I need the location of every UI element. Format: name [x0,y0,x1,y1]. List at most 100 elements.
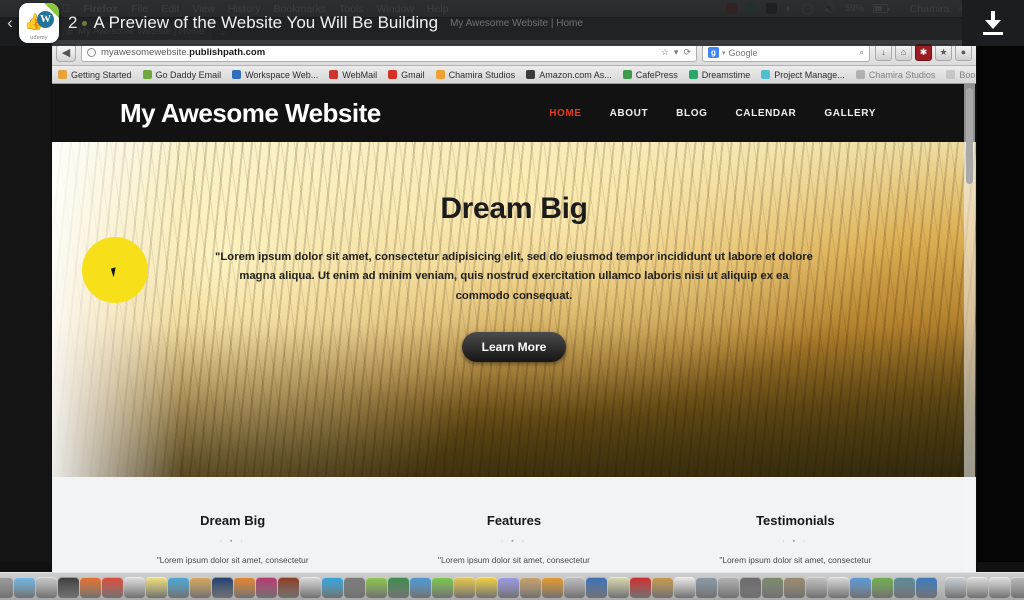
dock-icon[interactable] [806,577,827,598]
back-chevron-icon[interactable]: ‹ [3,13,17,33]
dock-icon[interactable] [190,577,211,598]
bookmark-item[interactable]: Bookmarks [946,70,976,80]
dock-icon[interactable] [476,577,497,598]
dock-icon[interactable] [124,577,145,598]
dock-icon[interactable] [146,577,167,598]
dock-icon[interactable] [520,577,541,598]
dock-icon[interactable] [366,577,387,598]
desktop-right-edge [976,46,1024,572]
dock-icon[interactable] [212,577,233,598]
ornament-divider: · ▪ · [500,538,528,545]
dock-icon[interactable] [80,577,101,598]
dock-icon[interactable] [344,577,365,598]
back-button[interactable]: ◀ [56,43,76,62]
download-panel[interactable] [962,0,1024,46]
dock-icon[interactable] [652,577,673,598]
dock-icon[interactable] [410,577,431,598]
dock-icon[interactable] [0,577,13,598]
dock-icon[interactable] [278,577,299,598]
dock-icon[interactable] [454,577,475,598]
scrollbar-thumb[interactable] [966,88,973,184]
download-icon[interactable] [980,10,1006,36]
dock-icon[interactable] [58,577,79,598]
download-icon[interactable]: ↓ [875,44,892,61]
bookmark-item[interactable]: Workspace Web... [232,70,318,80]
bookmark-item[interactable]: Getting Started [58,70,132,80]
search-engine-label: Google [728,47,758,58]
bookmark-item[interactable]: Amazon.com As... [526,70,612,80]
bookmark-item[interactable]: CafePress [622,70,678,80]
chevron-down-icon[interactable]: ▾ [674,47,679,58]
dock-icon[interactable] [608,577,629,598]
dock-icon[interactable] [586,577,607,598]
url-text: myawesomewebsite.publishpath.com [101,47,266,58]
dock-icon[interactable] [542,577,563,598]
nav-link-blog[interactable]: BLOG [676,108,707,119]
reload-icon[interactable]: ⟳ [683,47,691,58]
vertical-scrollbar[interactable] [964,84,975,582]
dock-icon[interactable] [168,577,189,598]
dock-icon[interactable] [234,577,255,598]
column-testimonials: Testimonials · ▪ · "Lorem ipsum dolor si… [655,513,936,567]
bookmark-item[interactable]: Chamira Studios [435,70,515,80]
wordpress-icon: W [37,11,54,28]
dock-icon[interactable] [1011,577,1024,598]
nav-link-about[interactable]: ABOUT [610,108,649,119]
bookmark-item[interactable]: WebMail [329,70,377,80]
dock-icon[interactable] [828,577,849,598]
dock-icon[interactable] [322,577,343,598]
dock-icon[interactable] [432,577,453,598]
toolbar-icons: ↓ ⌂ ✱ ★ ● [875,44,972,61]
course-badge-icon[interactable]: 👍 W udemy [19,3,59,43]
nav-link-gallery[interactable]: GALLERY [824,108,876,119]
adblock-icon[interactable]: ✱ [915,44,932,61]
star-icon[interactable]: ★ [935,44,952,61]
dock-icon[interactable] [894,577,915,598]
column-text: "Lorem ipsum dolor sit amet, consectetur [438,555,590,565]
dock-icon[interactable] [14,577,35,598]
dock-icon[interactable] [945,577,966,598]
dock-icon[interactable] [696,577,717,598]
hero-section: Dream Big "Lorem ipsum dolor sit amet, c… [52,142,976,477]
dock-icon[interactable] [388,577,409,598]
ornament-divider: · ▪ · [782,538,809,545]
dock-icon[interactable] [102,577,123,598]
bookmark-item[interactable]: Gmail [388,70,425,80]
bookmark-item[interactable]: Go Daddy Email [142,70,221,80]
dock-icon[interactable] [36,577,57,598]
bookmark-item[interactable]: Dreamstime [688,70,750,80]
background-page-title: My Awesome Website | Home [450,17,583,29]
nav-link-home[interactable]: HOME [549,108,581,119]
firebug-icon[interactable]: ● [955,44,972,61]
desktop-left-edge [0,17,52,572]
chevron-down-icon[interactable]: ▾ [722,49,726,57]
dock-icon[interactable] [967,577,988,598]
dock-icon[interactable] [300,577,321,598]
dock-icon[interactable] [740,577,761,598]
bookmark-item[interactable]: Project Manage... [761,70,845,80]
dock-icon[interactable] [762,577,783,598]
dock-icon[interactable] [674,577,695,598]
column-features: Features · ▪ · "Lorem ipsum dolor sit am… [373,513,654,567]
site-logo[interactable]: My Awesome Website [120,98,381,129]
address-bar[interactable]: myawesomewebsite.publishpath.com ☆ ▾ ⟳ [81,43,697,62]
dock-icon[interactable] [989,577,1010,598]
dock-icon[interactable] [630,577,651,598]
dock-icon[interactable] [564,577,585,598]
search-magnifier-icon[interactable]: ⌕ [859,47,864,58]
dock-icon[interactable] [718,577,739,598]
site-header: My Awesome Website HOME ABOUT BLOG CALEN… [52,84,976,142]
learn-more-button[interactable]: Learn More [461,332,567,363]
dock-icon[interactable] [872,577,893,598]
nav-link-calendar[interactable]: CALENDAR [735,108,796,119]
lecture-number: 2 [68,13,78,32]
dock-icon[interactable] [916,577,937,598]
dock-icon[interactable] [498,577,519,598]
dock-icon[interactable] [784,577,805,598]
search-input[interactable]: g ▾ Google ⌕ [702,43,870,62]
home-icon[interactable]: ⌂ [895,44,912,61]
dock-icon[interactable] [256,577,277,598]
bookmark-item[interactable]: Chamira Studios [855,70,935,80]
bookmark-star-icon[interactable]: ☆ [661,47,669,58]
dock-icon[interactable] [850,577,871,598]
